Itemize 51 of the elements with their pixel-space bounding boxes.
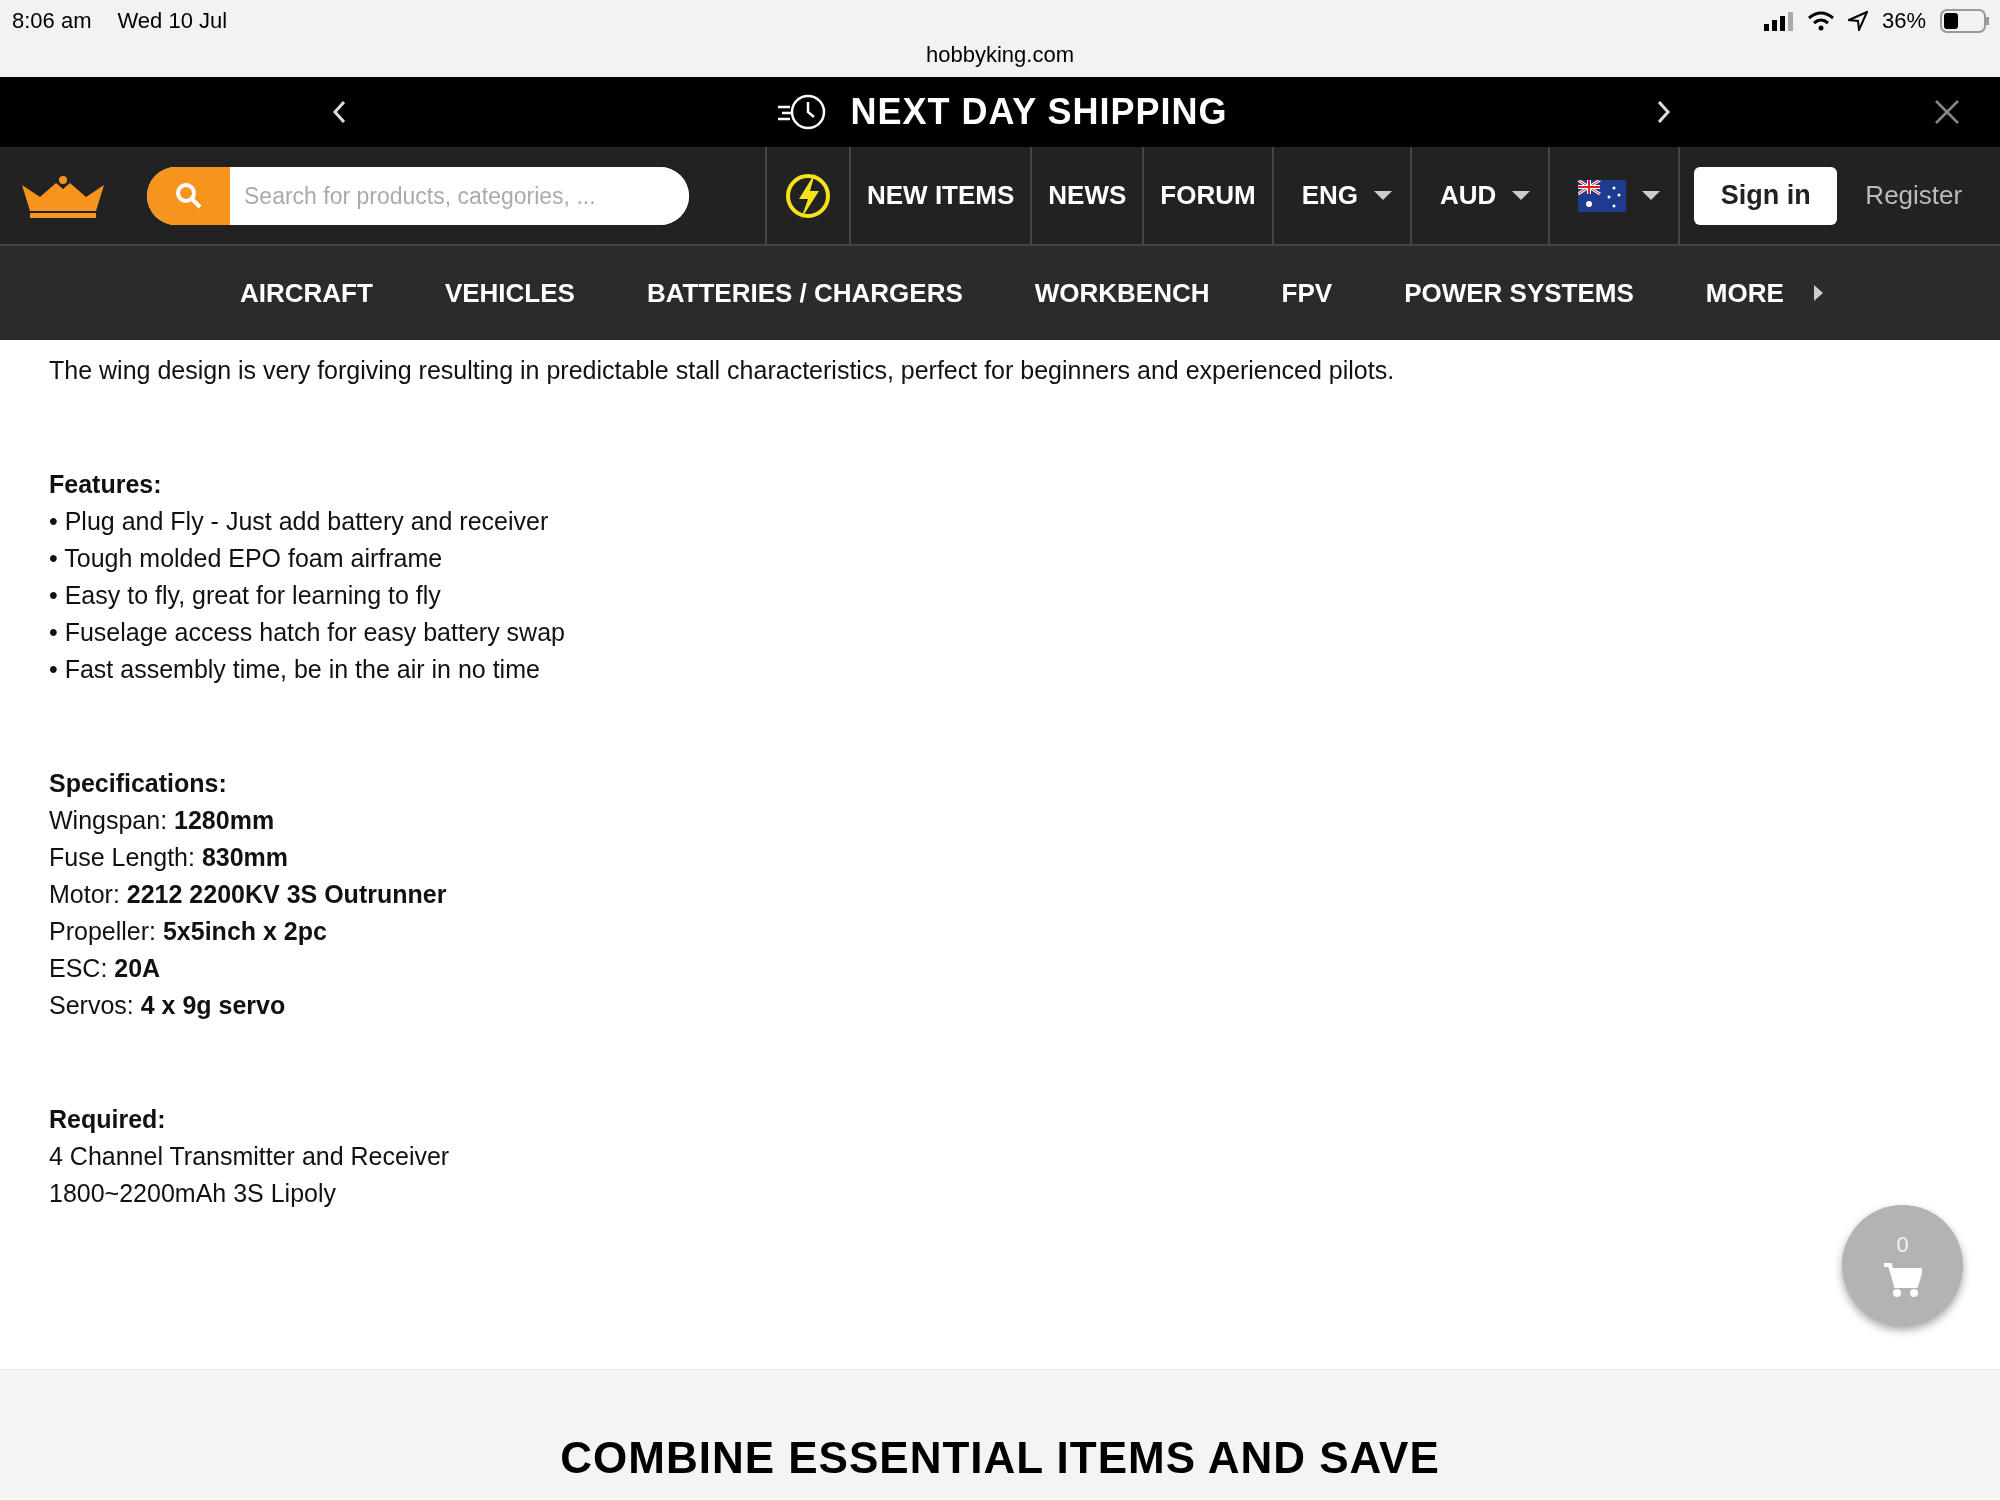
cart-icon — [1883, 1261, 1922, 1298]
description-line: Motor: 2212 2200KV 3S Outrunner — [49, 879, 448, 910]
description-line: Servos: 4 x 9g servo — [49, 990, 287, 1021]
description-line: • Plug and Fly - Just add battery and receiver — [49, 506, 550, 537]
search-field[interactable]: Search for products, categories, ... — [147, 167, 689, 225]
dropdown-label[interactable]: ENG — [1301, 176, 1358, 215]
category-link[interactable]: BATTERIES / CHARGERS — [646, 273, 963, 313]
description-line: • Fuselage access hatch for easy battery swap — [49, 617, 566, 648]
description-line: Wingspan: 1280mm — [49, 805, 276, 836]
nav-link[interactable]: NEW ITEMS — [867, 176, 1015, 215]
battery-percent: 36% — [1881, 7, 1926, 35]
promo-text: NEXT DAY SHIPPING — [850, 90, 1228, 134]
more-menu-link[interactable]: MORE — [1705, 273, 1823, 313]
search-button[interactable] — [147, 167, 230, 225]
caret-down-icon[interactable] — [1642, 191, 1661, 200]
description-line: • Fast assembly time, be in the air in no time — [49, 654, 541, 685]
caret-right-icon — [1813, 285, 1823, 301]
dropdown-label[interactable]: AUD — [1440, 176, 1497, 215]
close-icon[interactable] — [1934, 99, 1960, 125]
status-time: 8:06 am — [12, 7, 92, 35]
section-heading: Specifications: — [49, 768, 228, 799]
battery-icon — [1940, 8, 1990, 33]
nav-link[interactable]: NEWS — [1048, 176, 1127, 215]
section-heading: Required: — [49, 1104, 167, 1135]
flag-icon[interactable] — [1578, 179, 1627, 212]
category-link[interactable]: WORKBENCH — [1034, 273, 1210, 313]
category-link[interactable]: FPV — [1281, 273, 1333, 313]
caret-down-icon[interactable] — [1374, 191, 1392, 200]
register-link[interactable]: Register — [1865, 176, 1963, 215]
description-paragraph: The wing design is very forgiving resulting in predictable stall characteristics, perfect for beginners and experienced pilots. — [49, 355, 1396, 386]
search-icon — [174, 182, 203, 210]
description-line: Fuse Length: 830mm — [49, 842, 290, 873]
description-line: ESC: 20A — [49, 953, 162, 984]
description-line: • Tough molded EPO foam airframe — [49, 543, 444, 574]
caret-down-icon[interactable] — [1512, 191, 1531, 200]
url-text[interactable]: hobbyking.com — [926, 38, 1074, 71]
section-heading: Features: — [49, 469, 163, 500]
sign-in-button[interactable]: Sign in — [1694, 166, 1838, 225]
description-line: • Easy to fly, great for learning to fly — [49, 580, 442, 611]
wifi-icon — [1807, 10, 1834, 31]
description-line: 1800~2200mAh 3S Lipoly — [49, 1178, 338, 1209]
nav-link[interactable]: FORUM — [1160, 176, 1256, 215]
status-date: Wed 10 Jul — [117, 7, 228, 35]
description-line: 4 Channel Transmitter and Receiver — [49, 1141, 451, 1172]
signal-icon — [1763, 10, 1794, 31]
category-link[interactable]: AIRCRAFT — [240, 273, 373, 313]
section-heading: COMBINE ESSENTIAL ITEMS AND SAVE — [560, 1432, 1440, 1484]
location-arrow-icon — [1847, 10, 1868, 31]
category-link[interactable]: POWER SYSTEMS — [1404, 273, 1634, 313]
description-line: Propeller: 5x5inch x 2pc — [49, 916, 328, 947]
category-link[interactable]: VEHICLES — [444, 273, 575, 313]
